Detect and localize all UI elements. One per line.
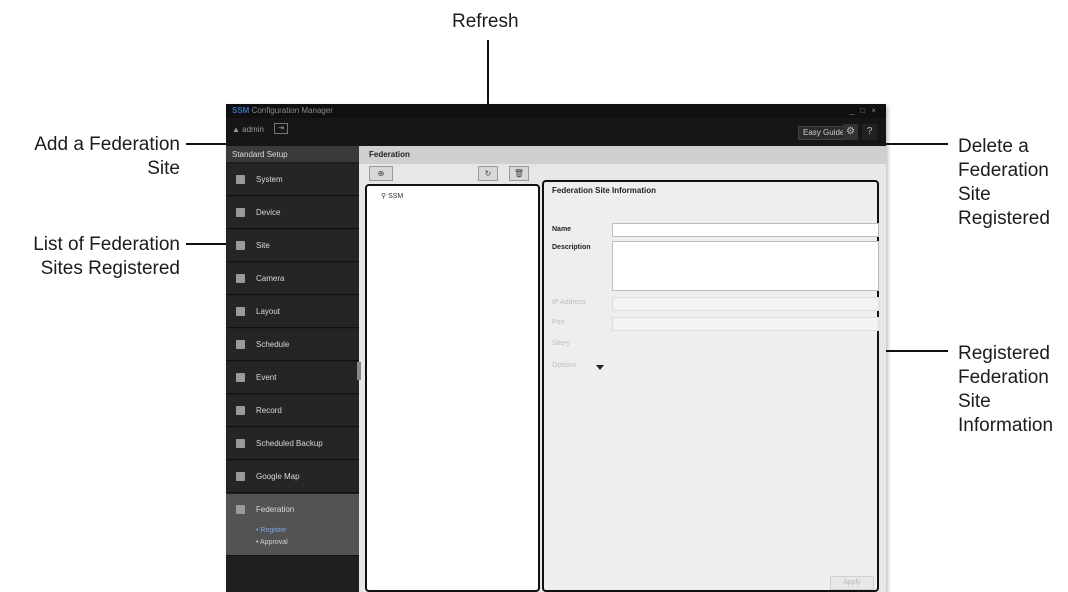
name-field[interactable] [612,223,879,237]
refresh-button[interactable]: ↻ [478,166,498,181]
add-site-callout: Add a Federation Site [34,134,180,179]
map-icon [236,472,245,481]
sidebar-item-federation[interactable]: Federation • Register • Approval [226,494,359,556]
device-icon [236,208,245,217]
sidebar: Standard Setup System Device Site Camera… [226,146,359,592]
easy-guide-button[interactable]: Easy Guide [798,126,850,140]
list-sites-callout: List of Federation Sites Registered [33,234,180,279]
sidebar-item-camera[interactable]: Camera [226,263,359,295]
sidebar-subitem-approval[interactable]: • Approval [256,539,288,546]
window-controls[interactable]: _ □ × [850,106,878,115]
registered-info-callout: Registered Federation Site Information [958,343,1054,436]
sidebar-item-device[interactable]: Device [226,197,359,229]
sidebar-subitem-register[interactable]: • Register [256,527,286,534]
configuration-manager-window: SSM Configuration Manager _ □ × ▲ admin … [226,104,886,592]
logout-icon[interactable]: ⇥ [274,123,288,134]
camera-icon [236,274,245,283]
gear-icon[interactable]: ⚙ [843,124,858,140]
site-information-panel: Federation Site Information Name Descrip… [542,180,879,592]
schedule-icon [236,340,245,349]
name-label: Name [552,226,572,233]
sidebar-item-system[interactable]: System [226,164,359,196]
record-icon [236,406,245,415]
top-toolbar: ▲ admin ⇥ Easy Guide ⚙ ? [226,118,886,146]
info-panel-title: Federation Site Information [552,186,657,195]
trash-icon: 🗑 [513,169,525,178]
options-label[interactable]: Options [552,362,576,369]
port-field[interactable] [612,317,879,331]
user-icon: ▲ [232,125,243,134]
page-title: Federation [369,150,410,159]
refresh-icon: ↻ [484,169,492,178]
description-field[interactable] [612,241,879,291]
delete-site-button[interactable]: 🗑 [509,166,529,181]
window-title: SSM Configuration Manager [232,106,333,115]
apply-button[interactable]: Apply [830,576,874,590]
federation-icon [236,505,245,514]
sidebar-item-schedule[interactable]: Schedule [226,329,359,361]
sidebar-resize-handle[interactable] [357,362,361,380]
user-label: ▲ admin [232,125,264,134]
help-button[interactable]: ? [862,124,877,140]
ip-address-field[interactable] [612,297,879,311]
sidebar-item-record[interactable]: Record [226,395,359,427]
backup-icon [236,439,245,448]
title-bar: SSM Configuration Manager _ □ × [226,104,886,118]
ip-address-label: IP Address [552,299,586,306]
options-dropdown-icon[interactable] [596,365,604,370]
layout-icon [236,307,245,316]
add-site-button[interactable]: ⊕ [369,166,393,181]
add-icon: ⊕ [377,169,385,178]
event-icon [236,373,245,382]
registered-info-leader [880,350,948,352]
sidebar-item-layout[interactable]: Layout [226,296,359,328]
sidebar-item-google-map[interactable]: Google Map [226,461,359,493]
system-icon [236,175,245,184]
sidebar-item-event[interactable]: Event [226,362,359,394]
tree-node-root[interactable]: ⚲ SSM [381,192,403,200]
sidebar-item-scheduled-backup[interactable]: Scheduled Backup [226,428,359,460]
port-label: Port [552,319,565,326]
sidebar-item-site[interactable]: Site [226,230,359,262]
refresh-callout: Refresh [452,11,519,32]
site-icon [236,241,245,250]
description-label: Description [552,244,591,251]
sidebar-header: Standard Setup [226,146,359,162]
page-header: Federation [359,146,886,164]
delete-site-callout: Delete a Federation Site Registered [958,136,1050,229]
federation-site-list[interactable]: ⚲ SSM [365,184,540,592]
sitery-label: Sitery [552,340,570,347]
